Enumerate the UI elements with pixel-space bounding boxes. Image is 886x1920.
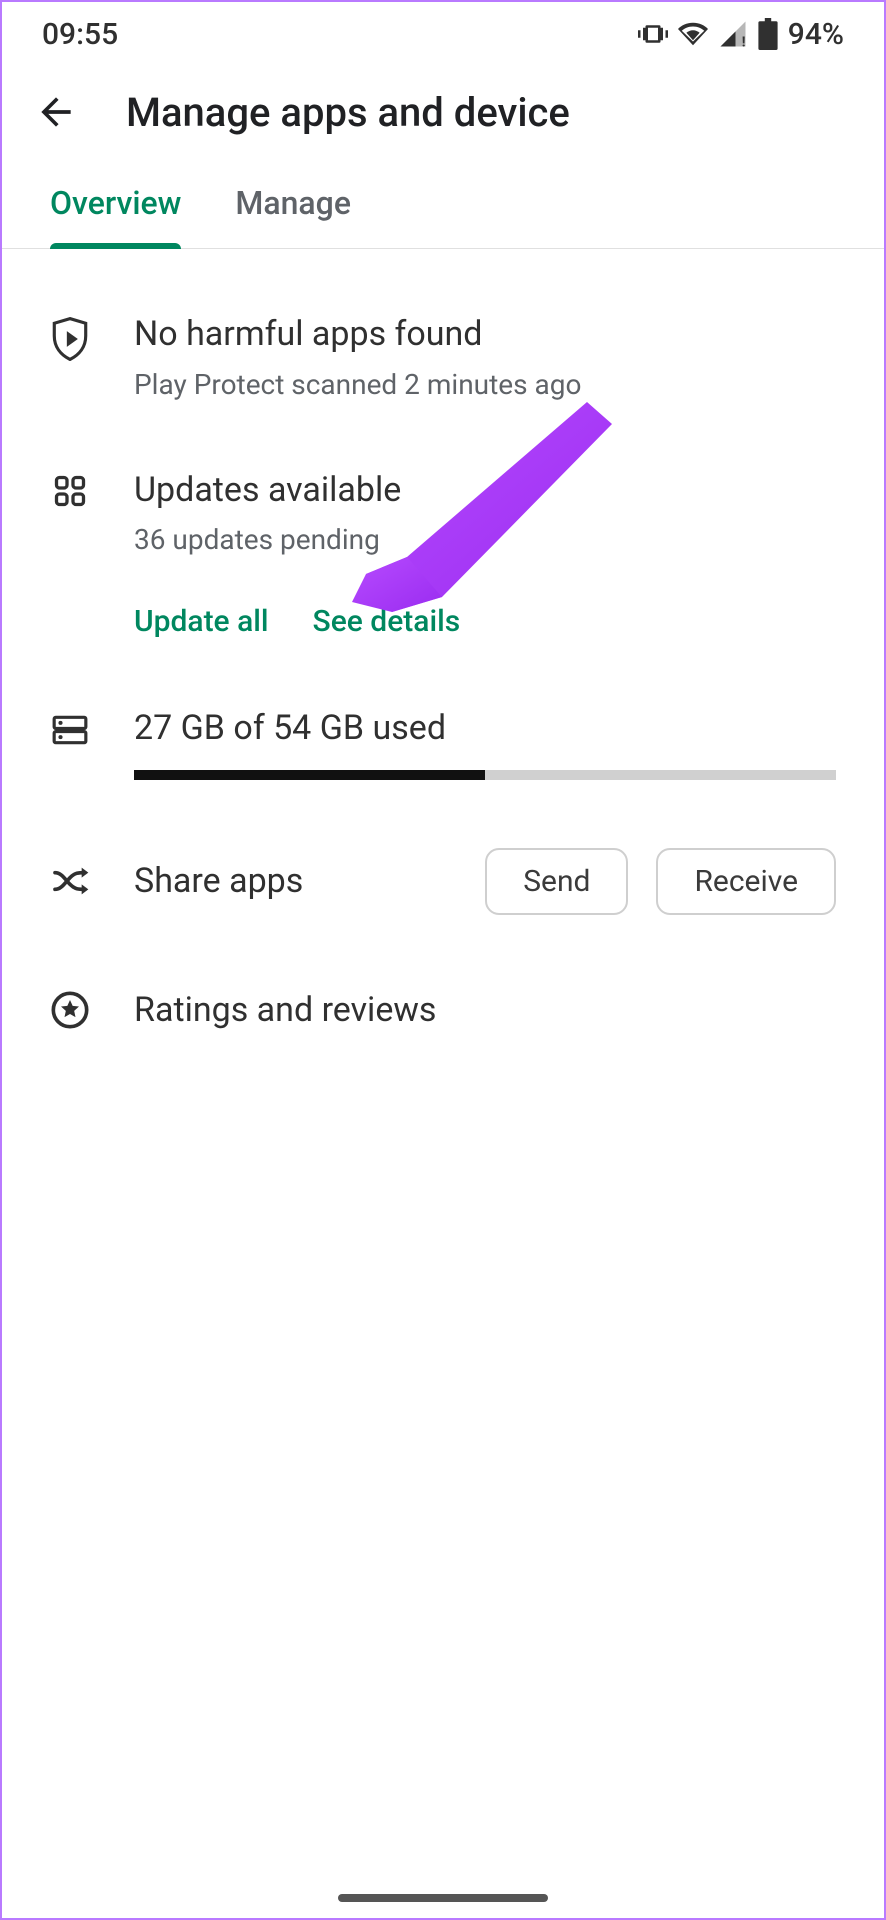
home-indicator[interactable] <box>338 1894 548 1902</box>
share-title: Share apps <box>134 861 303 901</box>
svg-text:!: ! <box>742 35 746 50</box>
tabs: Overview Manage <box>2 158 884 249</box>
updates-row: Updates available 36 updates pending Upd… <box>2 435 884 674</box>
updates-subtitle: 36 updates pending <box>134 523 836 556</box>
arrow-left-icon <box>34 90 78 134</box>
content: No harmful apps found Play Protect scann… <box>2 249 884 1065</box>
page-title: Manage apps and device <box>126 89 570 136</box>
share-apps-row: Share apps Send Receive <box>2 814 884 949</box>
play-protect-row[interactable]: No harmful apps found Play Protect scann… <box>2 279 884 435</box>
receive-button[interactable]: Receive <box>656 848 836 915</box>
ratings-title: Ratings and reviews <box>134 989 836 1032</box>
app-bar: Manage apps and device <box>2 66 884 158</box>
star-circle-icon <box>50 989 90 1031</box>
status-icons: ! 94% <box>638 17 844 52</box>
send-button[interactable]: Send <box>485 848 628 915</box>
protect-title: No harmful apps found <box>134 313 836 356</box>
update-all-button[interactable]: Update all <box>134 604 269 639</box>
protect-subtitle: Play Protect scanned 2 minutes ago <box>134 368 836 401</box>
apps-grid-icon <box>50 469 90 509</box>
storage-label: 27 GB of 54 GB used <box>134 707 836 750</box>
battery-percent: 94% <box>788 17 844 52</box>
ratings-row[interactable]: Ratings and reviews <box>2 949 884 1066</box>
tab-overview[interactable]: Overview <box>50 158 181 248</box>
storage-progress <box>134 770 836 780</box>
tab-manage[interactable]: Manage <box>235 158 351 248</box>
battery-icon <box>758 18 778 50</box>
shuffle-icon <box>50 861 90 901</box>
wifi-icon <box>678 19 708 49</box>
storage-icon <box>50 707 90 749</box>
updates-title: Updates available <box>134 469 836 512</box>
vibrate-icon <box>638 19 668 49</box>
signal-icon: ! <box>718 19 748 49</box>
see-details-button[interactable]: See details <box>313 604 461 639</box>
shield-play-icon <box>50 313 90 361</box>
status-bar: 09:55 ! 94% <box>2 2 884 66</box>
status-time: 09:55 <box>42 17 118 52</box>
storage-row[interactable]: 27 GB of 54 GB used <box>2 673 884 814</box>
storage-progress-fill <box>134 770 485 780</box>
back-button[interactable] <box>30 86 82 138</box>
